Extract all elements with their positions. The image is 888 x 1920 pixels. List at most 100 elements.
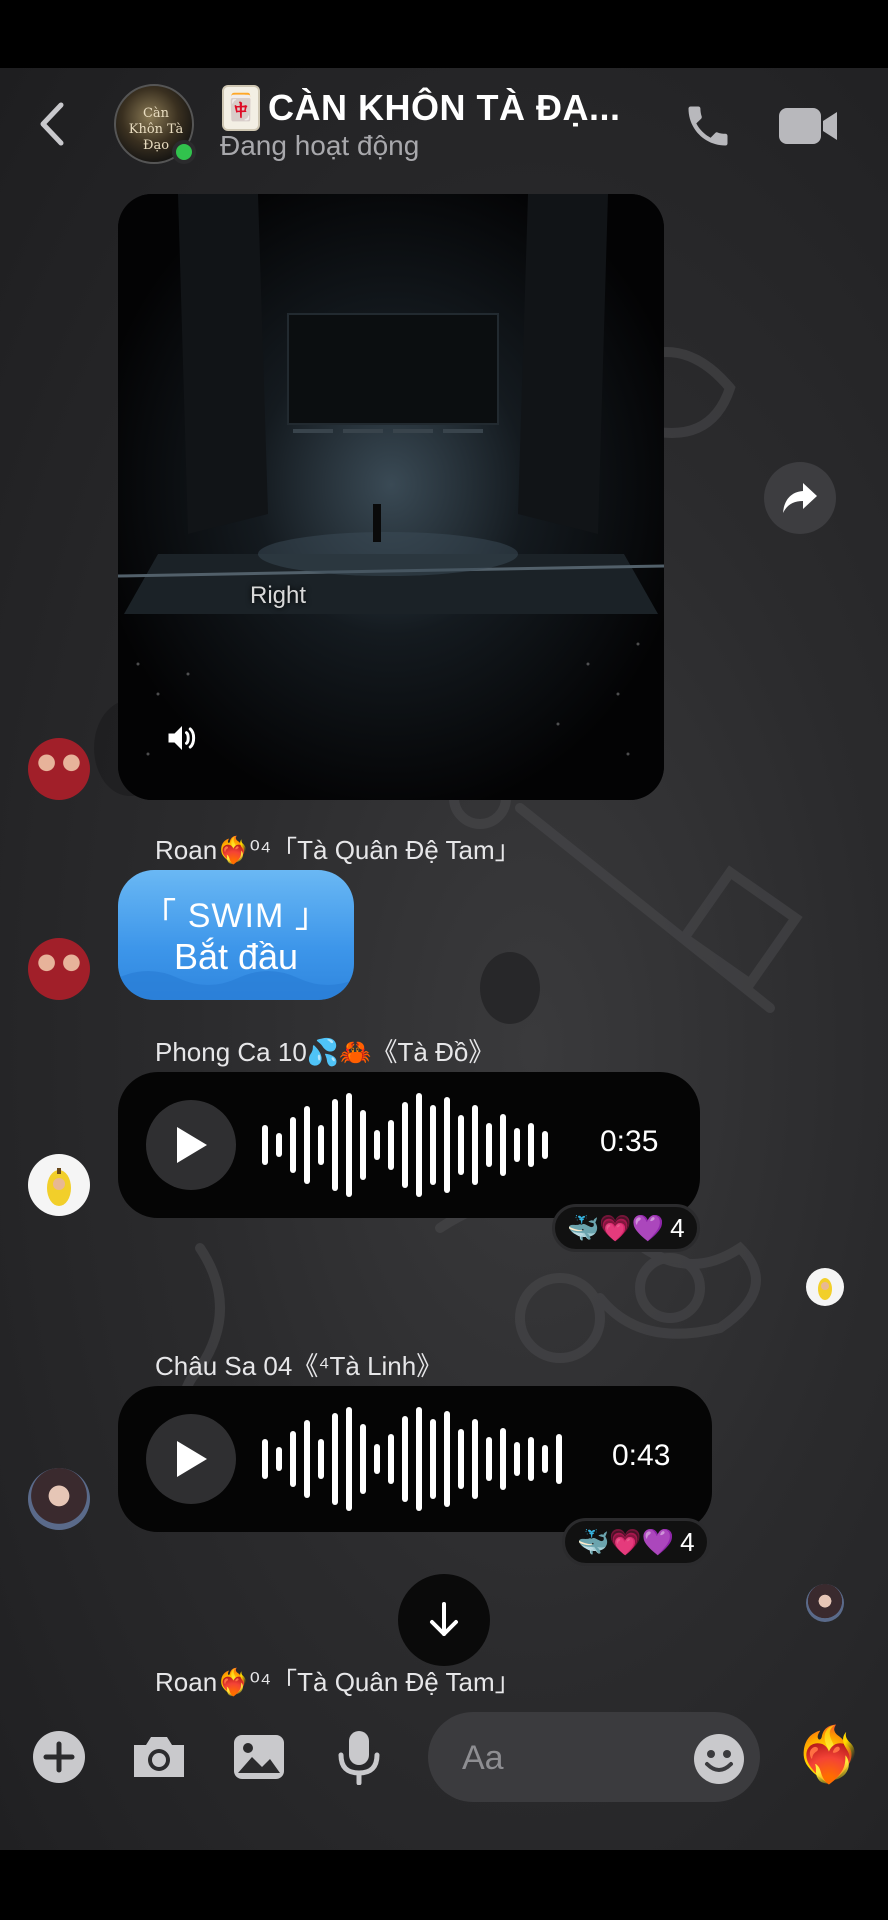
banana-avatar-image [818, 1278, 832, 1300]
waveform [262, 1090, 548, 1200]
waveform-bar [542, 1445, 548, 1473]
waveform-bar [486, 1123, 492, 1167]
waveform-bar [444, 1411, 450, 1507]
sender-name: Châu Sa 04《⁴Tà Linh》 [155, 1351, 443, 1381]
share-button[interactable] [764, 462, 836, 534]
phone-icon [688, 106, 728, 146]
voice-record-button[interactable] [330, 1728, 388, 1786]
avatar-phong[interactable] [28, 1154, 90, 1216]
add-button[interactable] [30, 1728, 88, 1786]
group-title-row[interactable]: 🀄 CÀN KHÔN TÀ ĐẠ... [222, 84, 621, 132]
video-caption: Right [250, 582, 307, 609]
sender-name: Phong Ca 10💦🦀《Tà Đồ》 [155, 1037, 495, 1067]
waveform-bar [262, 1439, 268, 1479]
waveform-bar [542, 1131, 548, 1159]
voice-call-button[interactable] [680, 98, 736, 154]
waveform [262, 1404, 562, 1514]
waveform-bar [430, 1105, 436, 1185]
waveform-bar [318, 1439, 324, 1479]
voice-message[interactable]: 0:43 [118, 1386, 712, 1532]
video-message[interactable] [118, 194, 664, 800]
smiley-icon [705, 1750, 733, 1772]
waveform-bar [556, 1434, 562, 1484]
group-title: CÀN KHÔN TÀ ĐẠ... [268, 87, 621, 128]
volume-icon[interactable] [164, 720, 200, 756]
waveform-bar [388, 1120, 394, 1170]
waveform-bar [416, 1093, 422, 1197]
online-indicator [172, 140, 196, 164]
avatar-roan[interactable] [28, 938, 90, 1000]
forward-arrow-icon [783, 483, 817, 513]
quick-reaction-button[interactable]: ❤️‍🔥 [795, 1722, 862, 1788]
back-button[interactable] [30, 96, 74, 152]
reaction-emojis: 🐳💗💜 [577, 1526, 675, 1557]
waveform-bar [304, 1420, 310, 1498]
group-status: Đang hoạt động [220, 130, 420, 161]
speaker-icon [168, 726, 196, 750]
waveform-bar [262, 1125, 268, 1165]
mahjong-red-dragon-icon: 🀄 [222, 85, 260, 131]
gallery-button[interactable] [230, 1728, 288, 1786]
swim-title: 「 SWIM 」 [142, 897, 330, 935]
reaction-emojis: 🐳💗💜 [567, 1212, 665, 1243]
avatar-chau-sa[interactable] [28, 1468, 90, 1530]
waveform-bar [290, 1431, 296, 1487]
waveform-bar [458, 1429, 464, 1489]
play-button[interactable] [146, 1414, 236, 1504]
play-icon [177, 1441, 207, 1477]
reaction-count: 4 [670, 1212, 685, 1243]
reactions[interactable]: 🐳💗💜 4 [562, 1518, 710, 1566]
waveform-bar [472, 1419, 478, 1499]
waveform-bar [500, 1428, 506, 1490]
waveform-bar [304, 1106, 310, 1184]
video-thumbnail [118, 194, 664, 800]
swim-subtitle: Bắt đầu [173, 936, 299, 977]
waveform-bar [528, 1123, 534, 1167]
waveform-bar [374, 1130, 380, 1160]
waveform-bar [276, 1447, 282, 1471]
waveform-bar [528, 1437, 534, 1481]
waveform-bar [360, 1110, 366, 1180]
waveform-bar [360, 1424, 366, 1494]
image-icon [234, 1735, 284, 1779]
camera-button[interactable] [130, 1728, 188, 1786]
video-camera-icon [779, 108, 837, 144]
microphone-icon [338, 1731, 380, 1785]
arrow-down-icon [430, 1602, 458, 1636]
reactions[interactable]: 🐳💗💜 4 [552, 1204, 700, 1252]
emoji-button[interactable] [694, 1734, 744, 1784]
waveform-bar [486, 1437, 492, 1481]
scroll-to-bottom-button[interactable] [398, 1574, 490, 1666]
plus-circle-icon [33, 1731, 85, 1783]
message-input-placeholder: Aa [462, 1739, 504, 1777]
voice-message[interactable]: 0:35 [118, 1072, 700, 1218]
chevron-left-icon [40, 102, 64, 146]
waveform-bar [332, 1099, 338, 1191]
sender-name: Roan❤️‍🔥⁰⁴「Tà Quân Đệ Tam」 [155, 1667, 521, 1697]
play-button[interactable] [146, 1100, 236, 1190]
waveform-bar [416, 1407, 422, 1511]
status-bar [0, 0, 888, 68]
voice-duration: 0:43 [612, 1439, 671, 1472]
waveform-bar [318, 1125, 324, 1165]
video-call-button[interactable] [776, 100, 840, 152]
swim-message-bubble[interactable]: 「 SWIM 」 Bắt đầu [118, 870, 354, 1000]
sender-name: Roan❤️‍🔥⁰⁴「Tà Quân Đệ Tam」 [155, 835, 521, 865]
waveform-bar [332, 1413, 338, 1505]
waveform-bar [290, 1117, 296, 1173]
waveform-bar [276, 1133, 282, 1157]
waveform-bar [444, 1097, 450, 1193]
waveform-bar [500, 1114, 506, 1176]
waveform-bar [514, 1128, 520, 1162]
banana-avatar-image [47, 1168, 71, 1206]
waveform-bar [458, 1115, 464, 1175]
read-receipt-avatar [806, 1584, 844, 1622]
waveform-bar [472, 1105, 478, 1185]
avatar-roan[interactable] [28, 738, 90, 800]
waveform-bar [346, 1093, 352, 1197]
read-receipt-avatar [806, 1268, 844, 1306]
camera-icon [134, 1737, 184, 1777]
voice-duration: 0:35 [600, 1125, 659, 1158]
home-indicator-area [0, 1850, 888, 1920]
play-icon [177, 1127, 207, 1163]
